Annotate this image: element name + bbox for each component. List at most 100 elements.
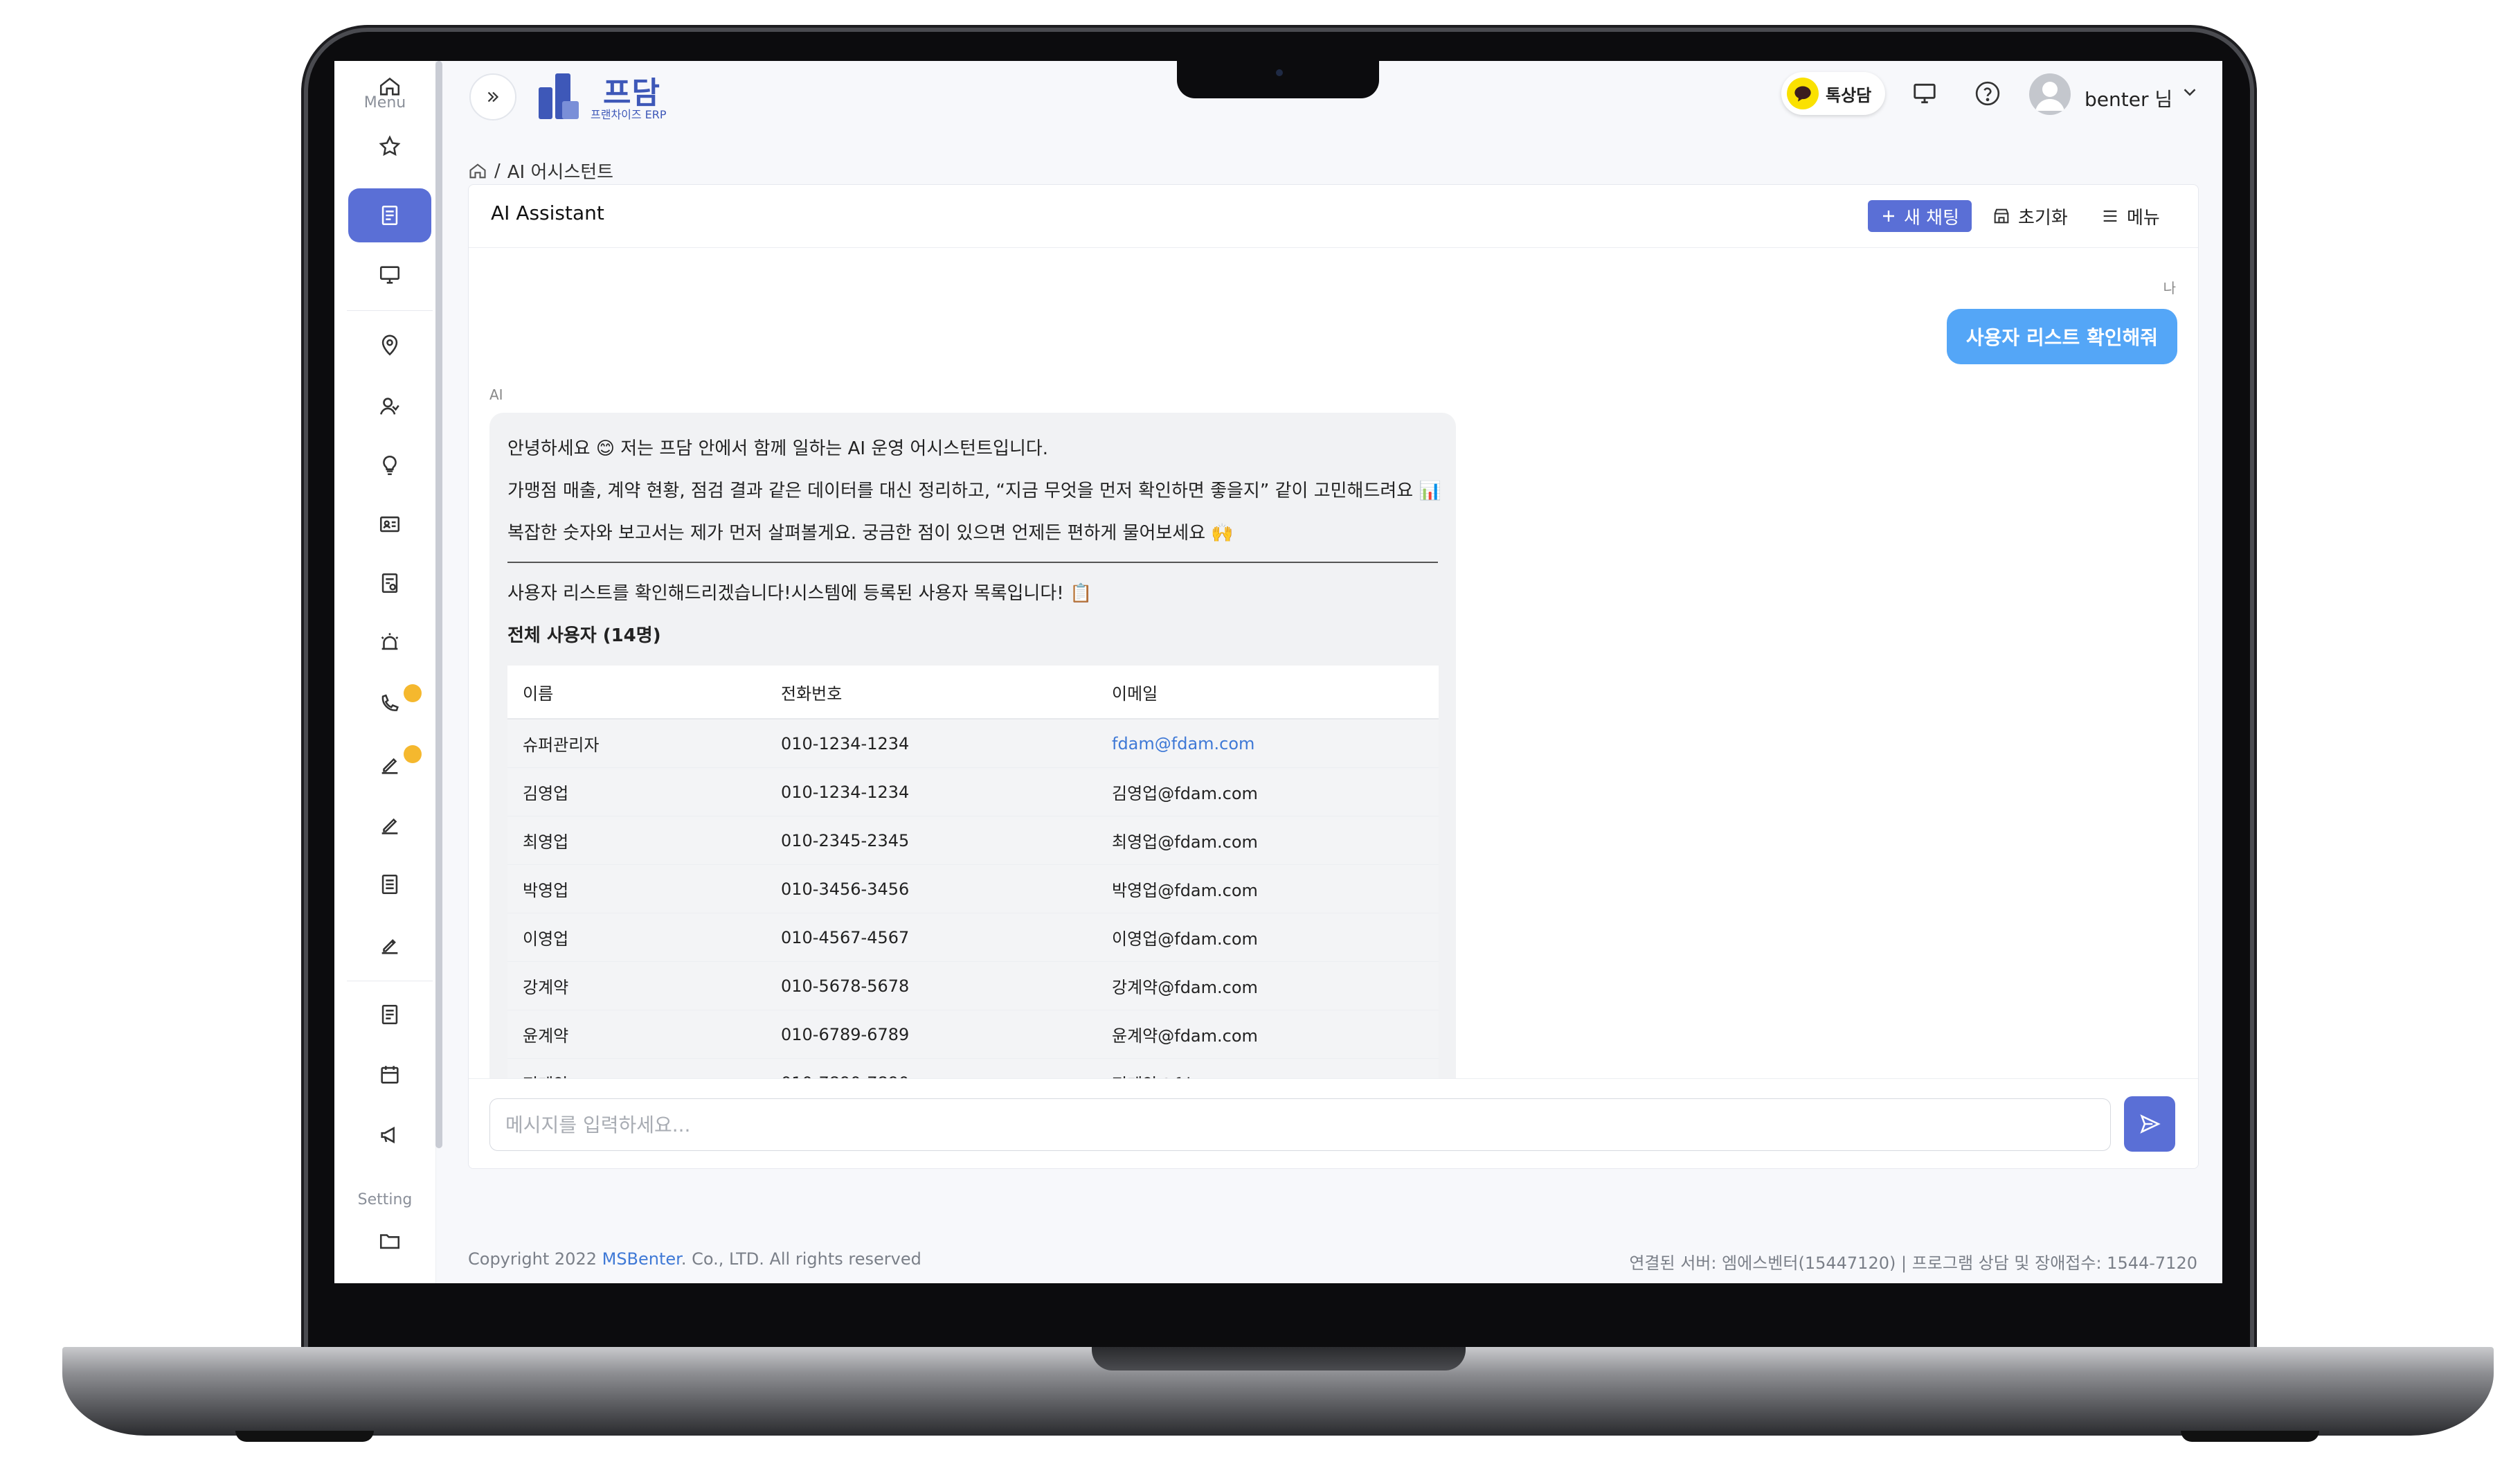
sidebar-location[interactable] [348,319,431,373]
lightbulb-icon [383,455,397,476]
laptop-hinge-notch [1092,1347,1466,1371]
breadcrumb-separator: / [494,160,501,181]
camera-notch [1177,61,1379,98]
cell-email: 김영업@fdam.com [1097,767,1439,816]
chat-messages[interactable]: 나 사용자 리스트 확인해줘 AI 안녕하세요 😊 저는 프담 안에서 함께 일… [469,248,2198,1079]
ai-message-divider [507,562,1438,563]
laptop-foot-right [2181,1431,2319,1442]
help-button[interactable] [1970,76,2005,111]
user-message-bubble: 사용자 리스트 확인해줘 [1946,309,2177,364]
table-header-row: 이름 전화번호 이메일 [507,666,1439,720]
sidebar-monitor[interactable] [348,248,431,302]
store-icon [1994,208,2009,224]
sidebar-sign[interactable] [348,918,431,972]
cell-email: 강계약@fdam.com [1097,961,1439,1010]
sidebar-users[interactable] [348,380,431,434]
star-icon [379,135,401,157]
list-document-icon [381,874,398,895]
sidebar-calendar[interactable] [348,1048,431,1102]
avatar[interactable] [2029,73,2071,115]
send-button[interactable] [2124,1096,2175,1152]
sidebar-id-card[interactable] [348,497,431,551]
column-header-email: 이메일 [1097,666,1439,720]
pen-icon [381,818,398,834]
ai-message-bubble: 안녕하세요 😊 저는 프담 안에서 함께 일하는 AI 운영 어시스턴트입니다.… [489,413,1456,1079]
cell-phone: 010-1234-1234 [766,767,1097,816]
sidebar: Menu Setting [334,61,436,1283]
kakao-talk-button[interactable]: 톡상담 [1781,72,1885,115]
cell-name: 김영업 [507,767,766,816]
table-row: 최영업 010-2345-2345 최영업@fdam.com [507,816,1439,865]
pencil-icon [381,758,398,774]
help-icon [1975,81,2000,106]
sidebar-ideas[interactable] [348,438,431,492]
calendar-icon [381,1066,399,1084]
copyright-brand-link[interactable]: MSBenter [602,1249,681,1269]
user-sender-label: 나 [2163,280,2176,296]
ai-assistant-card: AI Assistant 새 채팅 초기화 메뉴 나 사용자 리스트 확인해줘 … [468,184,2199,1169]
hamburger-icon [2103,210,2117,222]
sidebar-write[interactable] [348,798,431,852]
sidebar-menu-label: Menu [363,94,406,111]
sidebar-edit[interactable] [348,738,431,792]
remote-support-button[interactable] [1907,76,1942,111]
screen: Menu Setting 프담 프랜차이즈 ERP 톡상담 benter 님 /… [334,61,2222,1283]
cell-name: 윤계약 [507,1010,766,1059]
sidebar-contracts[interactable] [348,988,431,1042]
chat-menu-label: 메뉴 [2127,207,2160,229]
user-name[interactable]: benter 님 [2085,84,2172,112]
cell-email: 이영업@fdam.com [1097,913,1439,962]
monitor-icon [1914,83,1936,104]
reset-button[interactable]: 초기화 [1992,200,2068,232]
sidebar-reports[interactable] [348,556,431,610]
alarm-light-icon [381,633,399,650]
reset-label: 초기화 [2018,207,2068,229]
double-chevron-right-icon [487,91,499,102]
id-card-icon [379,516,400,533]
sidebar-calls[interactable] [348,677,431,731]
sidebar-announcements[interactable] [348,1108,431,1162]
cell-phone: 010-1234-1234 [766,719,1097,768]
cell-email-link[interactable]: fdam@fdam.com [1097,719,1439,768]
ai-answer-heading: 전체 사용자 (14명) [507,625,661,646]
folder-icon [379,1234,400,1249]
ai-greeting-line: 가맹점 매출, 계약 현황, 점검 결과 같은 데이터를 대신 정리하고, “지… [507,481,1441,501]
user-menu-toggle[interactable] [2179,82,2200,105]
users-icon [380,398,399,415]
cell-phone: 010-7890-7890 [766,1058,1097,1079]
cell-name: 슈퍼관리자 [507,719,766,768]
copyright-suffix: . Co., LTD. All rights reserved [681,1249,921,1269]
message-input[interactable] [489,1098,2111,1151]
monitor-icon [379,266,400,284]
phone-icon [381,694,399,711]
home-icon[interactable] [468,161,487,181]
laptop-foot-left [235,1431,374,1442]
brand-subtitle: 프랜차이즈 ERP [591,108,667,121]
notification-dot [404,684,422,702]
cell-name: 최영업 [507,816,766,865]
megaphone-icon [381,1126,395,1144]
sidebar-favorites[interactable] [348,119,431,173]
sidebar-alerts[interactable] [348,615,431,669]
new-chat-button[interactable]: 새 채팅 [1868,200,1972,232]
cell-email: 윤계약@fdam.com [1097,1010,1439,1059]
cell-name: 정계약 [507,1058,766,1079]
table-row: 정계약 010-7890-7890 정계약@fdam.com [507,1058,1439,1079]
page-title: AI Assistant [491,202,604,224]
sidebar-expand-button[interactable] [469,73,516,120]
sidebar-ai-assistant[interactable] [348,188,431,242]
sidebar-scrollbar[interactable] [435,61,442,1148]
chevron-down-icon [2184,89,2196,96]
cell-name: 박영업 [507,864,766,913]
cell-phone: 010-4567-4567 [766,913,1097,962]
signature-icon [381,939,398,954]
sidebar-list[interactable] [348,857,431,911]
cell-name: 이영업 [507,913,766,962]
ai-greeting-line: 안녕하세요 😊 저는 프담 안에서 함께 일하는 AI 운영 어시스턴트입니다. [507,438,1049,459]
table-row: 윤계약 010-6789-6789 윤계약@fdam.com [507,1010,1439,1059]
cell-phone: 010-3456-3456 [766,864,1097,913]
sidebar-folder[interactable] [348,1214,431,1268]
cell-name: 강계약 [507,961,766,1010]
chat-menu-button[interactable]: 메뉴 [2100,200,2160,232]
user-table: 이름 전화번호 이메일 슈퍼관리자 010-1234-1234 fdam@fda… [507,666,1439,1079]
